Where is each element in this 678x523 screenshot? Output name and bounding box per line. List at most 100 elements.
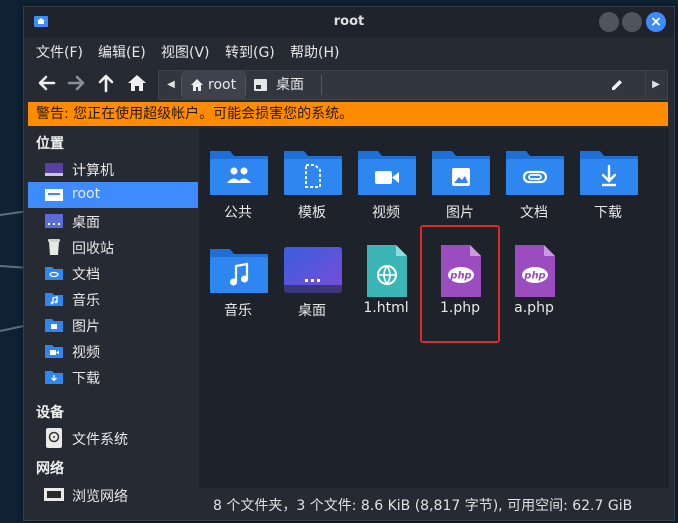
file-item-videos[interactable]: 视频 [349, 141, 423, 233]
downloads-folder-icon [45, 371, 63, 384]
file-label: 文档 [520, 205, 548, 221]
sidebar-item-videos[interactable]: 视频 [28, 338, 198, 364]
file-label: 公共 [224, 205, 252, 221]
music-folder-icon [210, 249, 268, 293]
file-item-pictures[interactable]: 图片 [423, 141, 497, 233]
music-folder-icon [45, 293, 63, 306]
templates-folder-icon [284, 151, 342, 195]
home-icon [191, 79, 203, 91]
html-file-icon [367, 245, 407, 297]
desktop-icon [284, 247, 342, 293]
close-button[interactable]: × [646, 12, 666, 32]
file-item-desktop[interactable]: 桌面 [275, 239, 349, 331]
network-icon [44, 488, 64, 501]
path-crumb-root[interactable]: root [182, 71, 245, 99]
file-item-a-php[interactable]: php a.php [497, 239, 571, 331]
trash-icon [48, 239, 60, 255]
file-label: 模板 [298, 205, 326, 221]
file-item-templates[interactable]: 模板 [275, 141, 349, 233]
pictures-folder-icon [432, 151, 490, 195]
titlebar[interactable]: root × [24, 7, 674, 37]
desktop-background-line [0, 325, 24, 332]
back-arrow-icon[interactable] [36, 72, 58, 94]
menu-view[interactable]: 视图(V) [161, 42, 210, 62]
path-scroll-right-icon[interactable]: ▶ [645, 71, 666, 99]
desktop-icon [45, 214, 63, 228]
sidebar-item-computer[interactable]: 计算机 [28, 156, 198, 182]
path-separator [321, 75, 322, 95]
desktop-background-line [0, 265, 25, 269]
file-label: 音乐 [224, 303, 252, 319]
sidebar-item-music[interactable]: 音乐 [28, 286, 198, 312]
file-item-1-html[interactable]: 1.html [349, 239, 423, 331]
sidebar-item-label: 回收站 [72, 241, 114, 257]
sidebar-item-label: 桌面 [72, 215, 100, 231]
file-item-documents[interactable]: 文档 [497, 141, 571, 233]
file-item-public[interactable]: 公共 [201, 141, 275, 233]
pictures-folder-icon [45, 319, 63, 332]
sidebar-item-browse-network[interactable]: 浏览网络 [28, 482, 198, 508]
status-text: 8 个文件夹，3 个文件: 8.6 KiB (8,817 字节), 可用空间: … [213, 498, 633, 514]
sidebar-item-label: 图片 [72, 319, 100, 335]
minimize-button[interactable] [599, 12, 619, 32]
path-crumb-desktop[interactable]: 桌面 [246, 71, 321, 99]
file-label: 下载 [594, 205, 622, 221]
harddisk-icon [46, 428, 62, 448]
maximize-button[interactable] [622, 12, 642, 32]
file-label: 图片 [446, 205, 474, 221]
sidebar-item-documents[interactable]: 文档 [28, 260, 198, 286]
svg-text:php: php [523, 271, 545, 282]
home-icon[interactable] [126, 72, 148, 94]
path-scroll-left-icon[interactable]: ◀ [163, 71, 179, 99]
sidebar-item-trash[interactable]: 回收站 [28, 234, 198, 260]
sidebar-item-root[interactable]: root [28, 182, 198, 208]
computer-icon [45, 163, 63, 176]
sidebar: 位置 计算机 root 桌面 回收站 文档 音乐 图片 视频 下载 设备 文件系… [24, 128, 199, 520]
documents-folder-icon [45, 267, 63, 280]
file-item-downloads[interactable]: 下载 [571, 141, 645, 233]
sidebar-item-label: 文件系统 [72, 432, 128, 448]
videos-folder-icon [45, 345, 63, 358]
path-crumb-root-label: root [208, 77, 237, 93]
menu-file[interactable]: 文件(F) [36, 42, 83, 62]
sidebar-item-label: 浏览网络 [72, 489, 128, 505]
file-label: a.php [514, 300, 554, 316]
up-arrow-icon[interactable] [95, 72, 117, 94]
superuser-warning-banner: 警告: 您正在使用超级帐户。可能会损害您的系统。 [28, 102, 668, 126]
path-crumb-desktop-label: 桌面 [276, 77, 304, 93]
file-item-music[interactable]: 音乐 [201, 239, 275, 331]
sidebar-item-downloads[interactable]: 下载 [28, 364, 198, 390]
sidebar-item-filesystem[interactable]: 文件系统 [28, 425, 198, 451]
path-bar: ◀ root 桌面 ▶ [158, 70, 668, 100]
pencil-edit-icon[interactable] [609, 77, 625, 93]
documents-folder-icon [506, 151, 564, 195]
file-manager-window: root × 文件(F) 编辑(E) 视图(V) 转到(G) 帮助(H) ◀ r… [23, 6, 675, 521]
public-folder-icon [210, 151, 268, 195]
sidebar-item-pictures[interactable]: 图片 [28, 312, 198, 338]
videos-folder-icon [358, 151, 416, 195]
sidebar-header-network: 网络 [36, 461, 64, 477]
file-label: 视频 [372, 205, 400, 221]
file-label: 1.html [363, 300, 409, 316]
menu-help[interactable]: 帮助(H) [290, 42, 339, 62]
sidebar-item-label: 下载 [72, 371, 100, 387]
downloads-folder-icon [580, 151, 638, 195]
root-home-icon [45, 189, 63, 201]
sidebar-item-desktop[interactable]: 桌面 [28, 208, 198, 234]
window-title: root [333, 14, 365, 29]
php-file-icon: php [515, 245, 555, 297]
sidebar-header-places: 位置 [36, 136, 64, 152]
menu-edit[interactable]: 编辑(E) [98, 42, 146, 62]
menu-go[interactable]: 转到(G) [225, 42, 275, 62]
sidebar-header-devices: 设备 [36, 405, 64, 421]
desktop-icon [254, 79, 267, 91]
selection-highlight-box [420, 225, 500, 343]
file-label: 桌面 [298, 303, 326, 319]
sidebar-item-label: 计算机 [72, 163, 114, 179]
sidebar-item-label: 音乐 [72, 293, 100, 309]
menubar: 文件(F) 编辑(E) 视图(V) 转到(G) 帮助(H) [24, 37, 674, 65]
desktop-background-line [0, 210, 24, 216]
sidebar-item-label: 视频 [72, 345, 100, 361]
statusbar: 8 个文件夹，3 个文件: 8.6 KiB (8,817 字节), 可用空间: … [199, 490, 669, 518]
forward-arrow-icon[interactable] [65, 72, 87, 94]
